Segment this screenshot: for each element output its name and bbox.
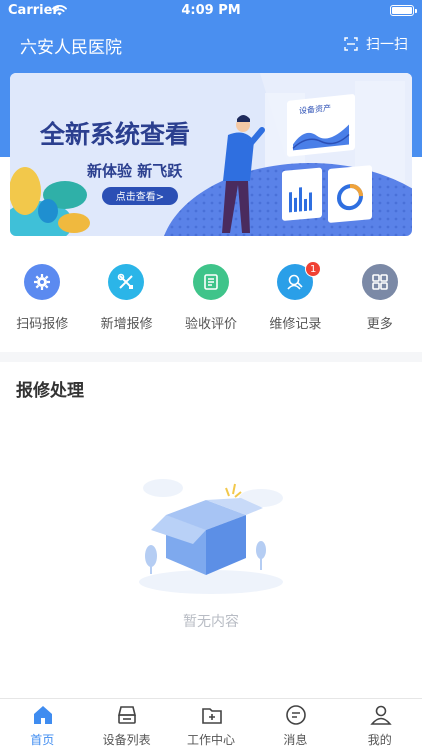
user-icon [369, 705, 392, 725]
folder-add-icon [201, 708, 222, 724]
empty-state-text: 暂无内容 [183, 614, 239, 630]
empty-box-illustration [139, 479, 283, 594]
message-icon [286, 705, 306, 725]
shortcut-repair-records[interactable]: 1 维修记录 [253, 261, 337, 341]
tools-icon [108, 264, 145, 300]
tab-label: 首页 [30, 733, 55, 747]
bottom-tab-bar: 首页 设备列表 工作中心 消息 我的 [0, 698, 422, 750]
shortcut-label: 扫码报修 [16, 317, 69, 332]
shortcut-label: 验收评价 [184, 317, 237, 332]
document-icon [192, 264, 229, 300]
tab-work-center[interactable]: 工作中心 [169, 699, 253, 750]
shortcut-grid: 扫码报修 新增报修 验收评价 1 维修记录 更多 [0, 261, 422, 341]
scan-label: 扫一扫 [366, 37, 408, 53]
banner-headline: 全新系统查看 [39, 120, 190, 149]
banner-subline: 新体验 新飞跃 [87, 162, 183, 180]
shortcut-add-repair[interactable]: 新增报修 [84, 261, 168, 341]
tab-messages[interactable]: 消息 [253, 699, 337, 750]
notification-badge: 1 [305, 261, 322, 277]
tab-label: 我的 [367, 733, 392, 747]
shortcut-scan-repair[interactable]: 扫码报修 [0, 261, 84, 341]
banner-illustration: 全新系统查看 新体验 新飞跃 点击查看> 设备资产 [10, 73, 412, 236]
device-icon [118, 706, 137, 724]
grid-icon [361, 264, 398, 300]
scan-button[interactable]: 扫一扫 [344, 32, 408, 56]
promo-banner[interactable]: 全新系统查看 新体验 新飞跃 点击查看> 设备资产 [10, 73, 412, 236]
banner-cta: 点击查看> [116, 190, 164, 203]
tab-profile[interactable]: 我的 [338, 699, 422, 750]
home-icon [34, 706, 52, 724]
shortcut-acceptance[interactable]: 验收评价 [169, 261, 253, 341]
clock: 4:09 PM [181, 3, 241, 18]
tab-device-list[interactable]: 设备列表 [84, 699, 168, 750]
tab-home[interactable]: 首页 [0, 699, 84, 750]
app-header: 六安人民医院 扫一扫 [0, 22, 422, 66]
scan-icon [344, 37, 358, 51]
shortcut-label: 新增报修 [100, 317, 153, 332]
section-divider [0, 352, 422, 362]
tab-label: 消息 [283, 733, 308, 747]
tab-label: 设备列表 [102, 733, 151, 747]
battery-icon [390, 5, 417, 16]
shortcut-more[interactable]: 更多 [338, 261, 422, 341]
shortcut-label: 更多 [366, 317, 393, 332]
status-bar: Carrier 4:09 PM [0, 0, 422, 22]
gear-icon [24, 264, 60, 300]
page-title: 六安人民医院 [20, 38, 122, 58]
tab-label: 工作中心 [186, 733, 235, 747]
shortcut-label: 维修记录 [269, 317, 322, 332]
section-title: 报修处理 [16, 381, 84, 401]
